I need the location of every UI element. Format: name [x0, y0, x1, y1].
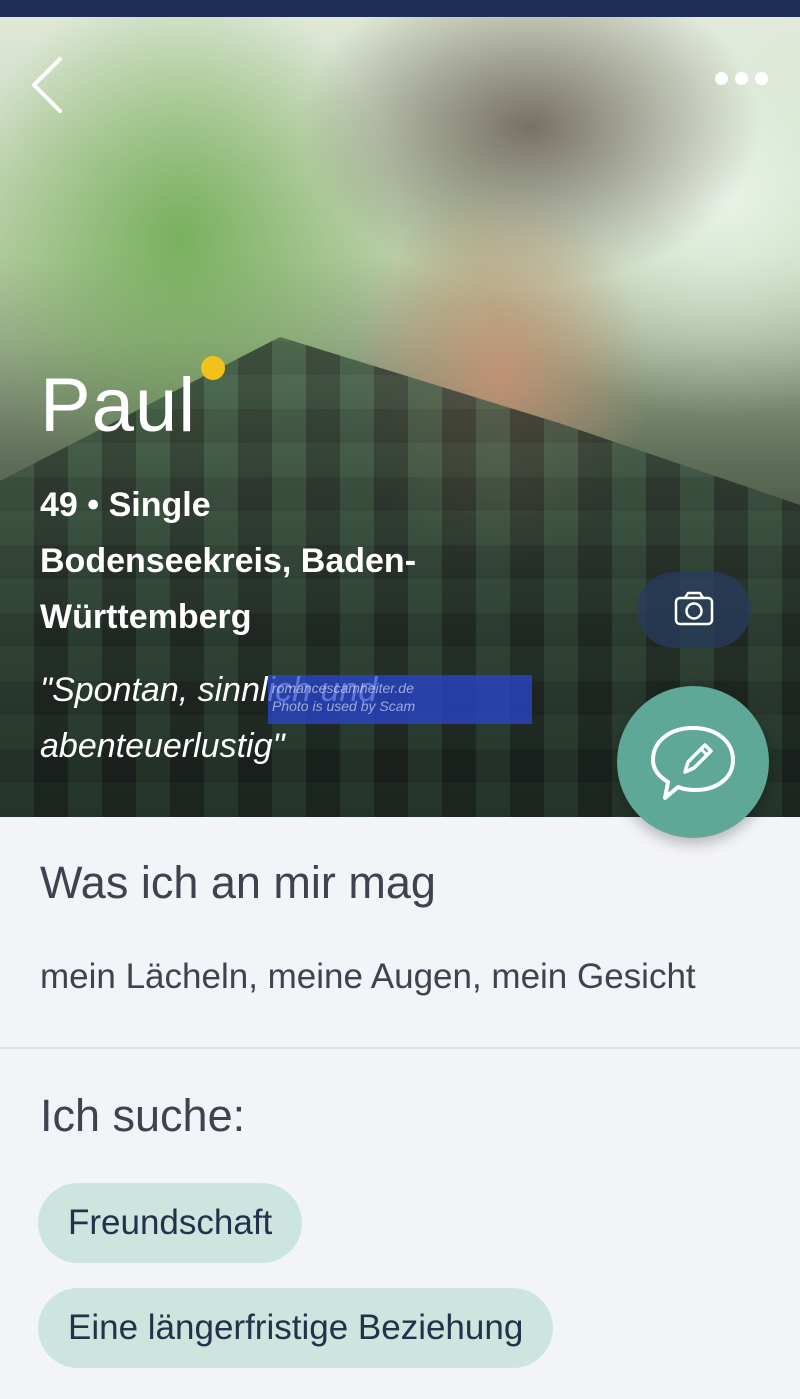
likes-title: Was ich an mir mag	[40, 857, 436, 908]
more-dots-icon	[715, 72, 728, 85]
more-options-button[interactable]	[715, 72, 785, 102]
seeking-chip-relationship[interactable]: Eine längerfristige Beziehung	[38, 1288, 554, 1368]
write-message-button[interactable]	[617, 686, 769, 838]
likes-text: mein Lächeln, meine Augen, mein Gesicht	[40, 957, 696, 996]
chat-edit-icon	[651, 726, 735, 800]
location: Bodenseekreis, Baden-Württemberg	[40, 542, 417, 636]
photos-button[interactable]	[637, 572, 751, 648]
more-dot	[735, 72, 748, 85]
camera-icon	[674, 591, 714, 626]
seeking-title: Ich suche:	[40, 1090, 246, 1141]
online-status-dot	[201, 356, 225, 380]
section-divider	[0, 1047, 800, 1049]
back-chevron-icon	[32, 57, 62, 113]
watermark: romancescamheiter.de Photo is used by Sc…	[268, 675, 532, 724]
watermark-line-1: romancescamheiter.de	[272, 680, 414, 696]
age-status: 49 • Single	[40, 486, 211, 524]
profile-name: Paul	[40, 363, 197, 448]
seeking-chip-friendship[interactable]: Freundschaft	[38, 1183, 303, 1263]
status-bar	[0, 0, 800, 17]
back-button[interactable]	[28, 55, 72, 115]
profile-meta: 49 • Single Bodenseekreis, Baden-Württem…	[40, 477, 480, 645]
more-dot	[755, 72, 768, 85]
watermark-line-2: Photo is used by Scam	[272, 698, 416, 714]
